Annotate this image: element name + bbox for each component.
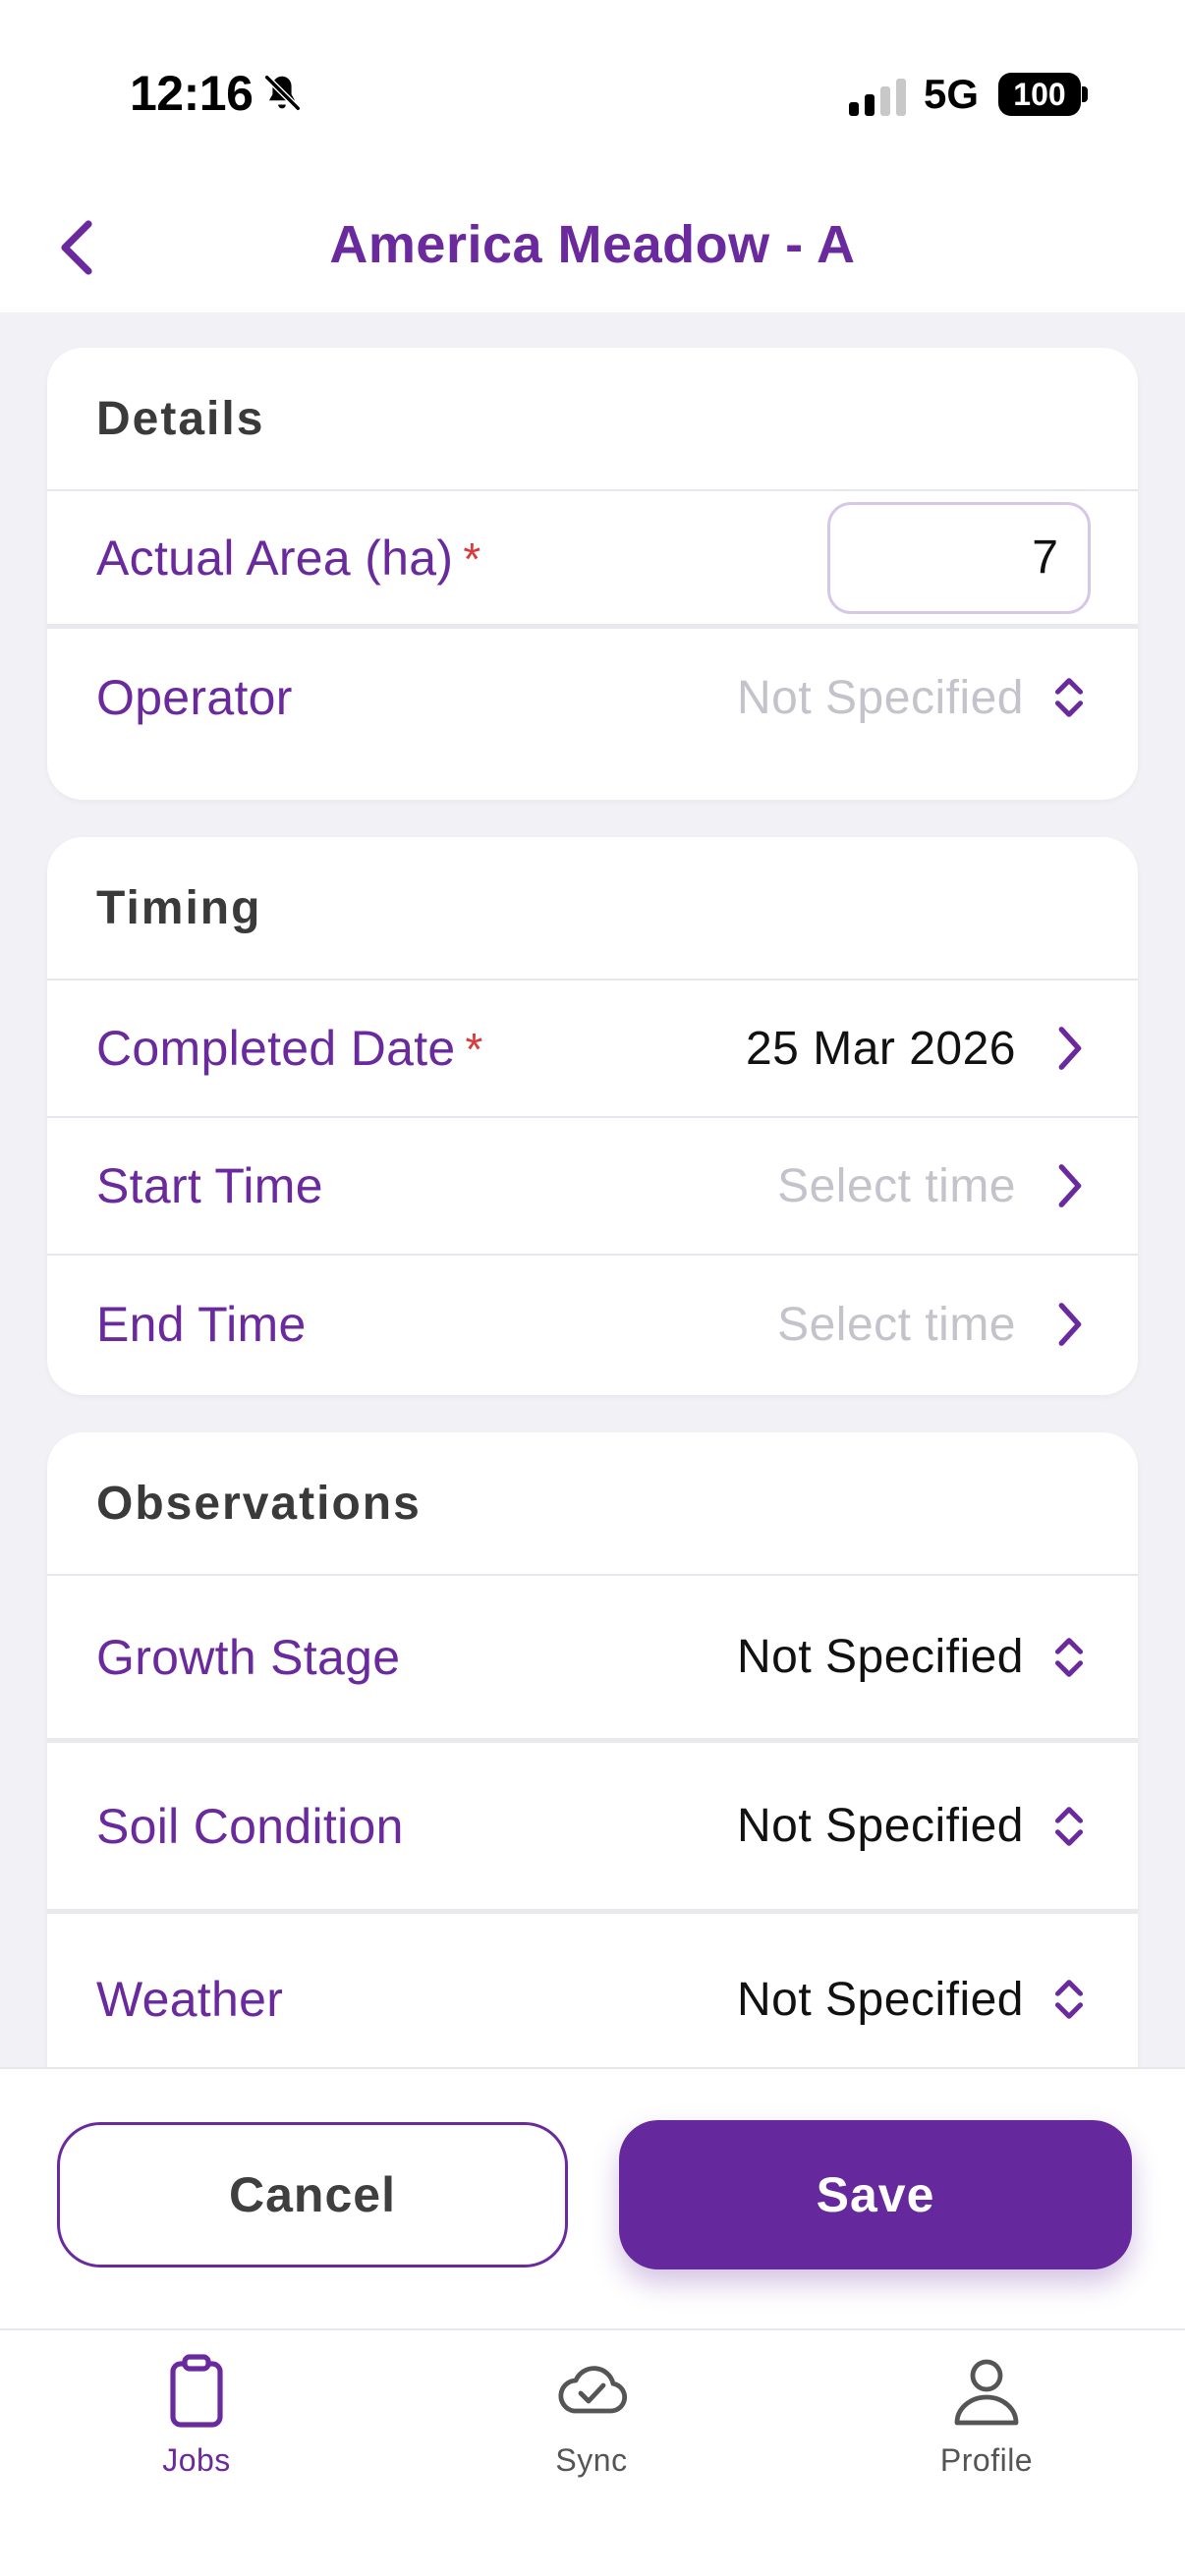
actual-area-row: Actual Area (ha) * bbox=[47, 491, 1138, 629]
weather-value: Not Specified bbox=[737, 1973, 1089, 2027]
required-marker: * bbox=[463, 532, 481, 585]
growth-stage-value: Not Specified bbox=[737, 1630, 1089, 1684]
observations-card: Observations Growth Stage Not Specified … bbox=[47, 1432, 1138, 2120]
required-marker: * bbox=[465, 1024, 483, 1075]
soil-condition-value-text: Not Specified bbox=[737, 1800, 1024, 1852]
tab-sync[interactable]: Sync bbox=[464, 2350, 719, 2497]
completed-date-value-text: 25 Mar 2026 bbox=[745, 1022, 1016, 1075]
start-time-value: Select time bbox=[777, 1159, 1089, 1213]
end-time-row[interactable]: End Time Select time bbox=[47, 1256, 1138, 1393]
chevron-right-icon bbox=[1058, 1303, 1082, 1346]
battery-tip bbox=[1082, 86, 1088, 102]
cancel-button[interactable]: Cancel bbox=[57, 2122, 568, 2268]
network-type: 5G bbox=[924, 71, 980, 117]
details-header: Details bbox=[47, 348, 1138, 491]
battery-level: 100 bbox=[1013, 77, 1066, 112]
growth-stage-label: Growth Stage bbox=[96, 1629, 401, 1685]
chevron-right-icon bbox=[1058, 1027, 1082, 1070]
soil-condition-label: Soil Condition bbox=[96, 1798, 404, 1854]
chevron-up-down-icon bbox=[1054, 1806, 1084, 1846]
completed-date-row[interactable]: Completed Date * 25 Mar 2026 bbox=[47, 980, 1138, 1118]
details-card: Details Actual Area (ha)* Operator Not S… bbox=[47, 348, 1138, 800]
end-time-label: End Time bbox=[96, 1297, 307, 1352]
tab-jobs-label: Jobs bbox=[162, 2442, 231, 2478]
cellular-signal-icon bbox=[849, 79, 906, 116]
cloud-check-icon bbox=[558, 2366, 628, 2414]
soil-condition-row[interactable]: Soil Condition Not Specified bbox=[47, 1743, 1138, 1914]
actual-area-input[interactable] bbox=[827, 501, 1091, 614]
completed-date-label: Completed Date * bbox=[96, 1020, 483, 1077]
observations-header: Observations bbox=[47, 1432, 1138, 1576]
tab-profile-label: Profile bbox=[939, 2442, 1034, 2478]
actual-area-label: Actual Area (ha) * bbox=[96, 530, 481, 587]
operator-value: Not Specified bbox=[737, 671, 1089, 725]
soil-condition-value: Not Specified bbox=[737, 1799, 1089, 1853]
bell-muted-icon bbox=[264, 75, 301, 111]
timing-header: Timing bbox=[47, 837, 1138, 980]
end-time-value: Select time bbox=[777, 1298, 1089, 1352]
start-time-value-text: Select time bbox=[777, 1159, 1016, 1212]
battery-icon: 100 bbox=[998, 73, 1081, 116]
tab-profile[interactable]: Profile bbox=[859, 2350, 1114, 2497]
weather-value-text: Not Specified bbox=[737, 1973, 1024, 2026]
end-time-value-text: Select time bbox=[777, 1298, 1016, 1351]
growth-stage-row[interactable]: Growth Stage Not Specified bbox=[47, 1576, 1138, 1743]
chevron-up-down-icon bbox=[1054, 1637, 1084, 1677]
action-bar: Cancel Save bbox=[0, 2067, 1185, 2328]
timing-card: Timing Completed Date * 25 Mar 2026 Start… bbox=[47, 837, 1138, 1395]
completed-date-value: 25 Mar 2026 bbox=[746, 1022, 1089, 1076]
status-time: 12:16 bbox=[130, 66, 254, 121]
tab-sync-label: Sync bbox=[555, 2442, 628, 2478]
weather-label: Weather bbox=[96, 1972, 284, 2027]
operator-row[interactable]: Operator Not Specified bbox=[47, 629, 1138, 766]
top-bar: 12:16 5G 100 America Meadow - A bbox=[0, 0, 1185, 312]
weather-row[interactable]: Weather Not Specified bbox=[47, 1914, 1138, 2085]
operator-value-text: Not Specified bbox=[737, 671, 1024, 724]
page-title: America Meadow - A bbox=[329, 215, 856, 274]
completed-date-label-text: Completed Date bbox=[96, 1021, 456, 1076]
actual-area-label-text: Actual Area (ha) bbox=[96, 530, 454, 586]
chevron-up-down-icon bbox=[1054, 1980, 1084, 2019]
clipboard-icon bbox=[170, 2354, 223, 2428]
status-bar: 12:16 5G 100 bbox=[0, 0, 1185, 187]
chevron-right-icon bbox=[1058, 1164, 1082, 1207]
person-icon bbox=[954, 2359, 1019, 2426]
start-time-label: Start Time bbox=[96, 1158, 323, 1213]
tab-bar: Jobs Sync Profile bbox=[0, 2328, 1185, 2576]
chevron-up-down-icon bbox=[1054, 678, 1084, 717]
save-button[interactable]: Save bbox=[619, 2120, 1132, 2269]
start-time-row[interactable]: Start Time Select time bbox=[47, 1118, 1138, 1256]
tab-jobs[interactable]: Jobs bbox=[69, 2350, 324, 2497]
operator-label: Operator bbox=[96, 670, 293, 725]
growth-stage-value-text: Not Specified bbox=[737, 1631, 1024, 1683]
